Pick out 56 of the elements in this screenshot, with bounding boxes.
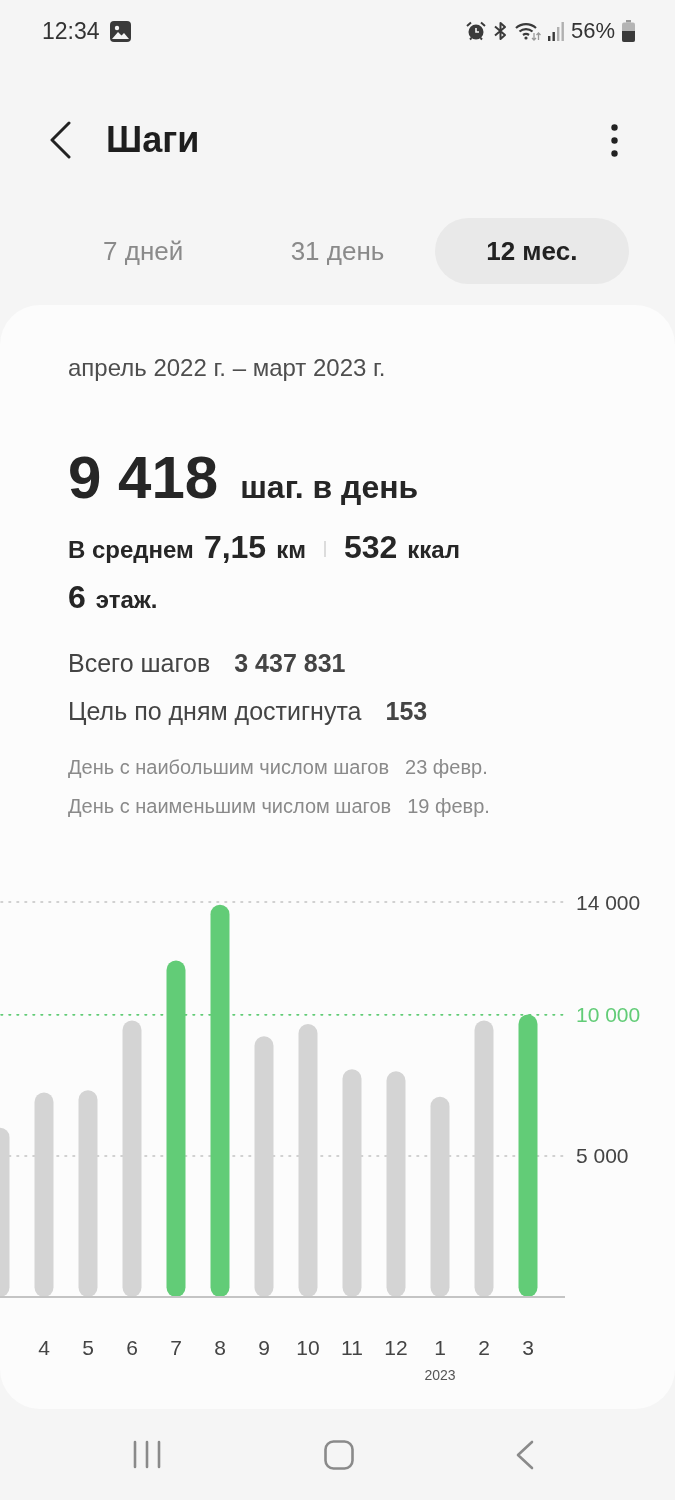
x-axis-label: 6 bbox=[126, 1335, 138, 1359]
x-axis-label: 11 bbox=[341, 1335, 363, 1359]
wifi-icon bbox=[514, 21, 541, 41]
back-icon bbox=[49, 121, 71, 159]
more-options-icon bbox=[610, 123, 618, 157]
period-tab[interactable]: 7 дней bbox=[46, 218, 241, 284]
page-title: Шаги bbox=[106, 122, 200, 158]
x-axis-label: 2 bbox=[478, 1335, 490, 1359]
signal-icon bbox=[547, 21, 564, 41]
back-nav-icon bbox=[516, 1439, 534, 1470]
x-axis-label: 4 bbox=[38, 1335, 50, 1359]
y-axis-label: 5 000 bbox=[576, 1144, 629, 1168]
back-nav-button[interactable] bbox=[515, 1439, 535, 1470]
image-icon bbox=[109, 20, 131, 42]
period-tab[interactable]: 12 мес. bbox=[434, 218, 629, 284]
record-label: День с наименьшим числом шагов bbox=[68, 794, 392, 819]
x-axis-label: 1 bbox=[434, 1335, 446, 1359]
y-axis-label: 14 000 bbox=[576, 890, 641, 914]
daily-steps-value: 9 418 bbox=[68, 448, 219, 508]
goal-label: 10 000 bbox=[576, 1003, 641, 1027]
year-label: 2023 bbox=[424, 1367, 456, 1383]
x-axis-label: 12 bbox=[384, 1335, 408, 1359]
metric-value: 7,15 bbox=[203, 528, 267, 567]
x-axis-label: 10 bbox=[296, 1335, 320, 1359]
stat-label: Всего шагов bbox=[68, 648, 211, 679]
back-button[interactable] bbox=[48, 120, 72, 160]
battery-percent: 56% bbox=[570, 20, 615, 42]
x-axis-label: 9 bbox=[258, 1335, 270, 1359]
metric-unit: этаж. bbox=[95, 585, 158, 615]
metric-value: 6 bbox=[68, 578, 86, 617]
recent-apps-button[interactable] bbox=[132, 1439, 162, 1470]
period-tab[interactable]: 31 день bbox=[240, 218, 435, 284]
home-icon bbox=[323, 1439, 354, 1470]
recent-apps-icon bbox=[133, 1440, 161, 1469]
stat-label: Цель по дням достигнута bbox=[68, 696, 362, 727]
alarm-icon bbox=[465, 21, 486, 41]
bluetooth-icon bbox=[492, 21, 508, 41]
home-button[interactable] bbox=[323, 1439, 354, 1470]
battery-icon bbox=[622, 20, 635, 42]
average-label: В среднем bbox=[68, 535, 194, 565]
x-axis-label: 7 bbox=[170, 1335, 182, 1359]
metric-unit: ккал bbox=[407, 535, 460, 565]
x-axis-label: 5 bbox=[82, 1335, 94, 1359]
stat-value: 3 437 831 bbox=[234, 648, 346, 679]
record-label: День с наибольшим числом шагов bbox=[68, 755, 390, 780]
x-axis-label: 8 bbox=[214, 1335, 226, 1359]
record-value: 19 февр. bbox=[407, 794, 490, 819]
daily-steps-unit: шаг. в день bbox=[240, 468, 419, 507]
more-options-button[interactable] bbox=[609, 123, 619, 157]
record-value: 23 февр. bbox=[405, 755, 488, 780]
clock-time: 12:34 bbox=[42, 19, 100, 43]
metric-value: 532 bbox=[343, 528, 398, 567]
x-axis-label: 3 bbox=[522, 1335, 534, 1359]
stat-value: 153 bbox=[385, 696, 428, 727]
period-label: апрель 2022 г. – март 2023 г. bbox=[68, 353, 386, 383]
metric-unit: км bbox=[276, 535, 306, 565]
